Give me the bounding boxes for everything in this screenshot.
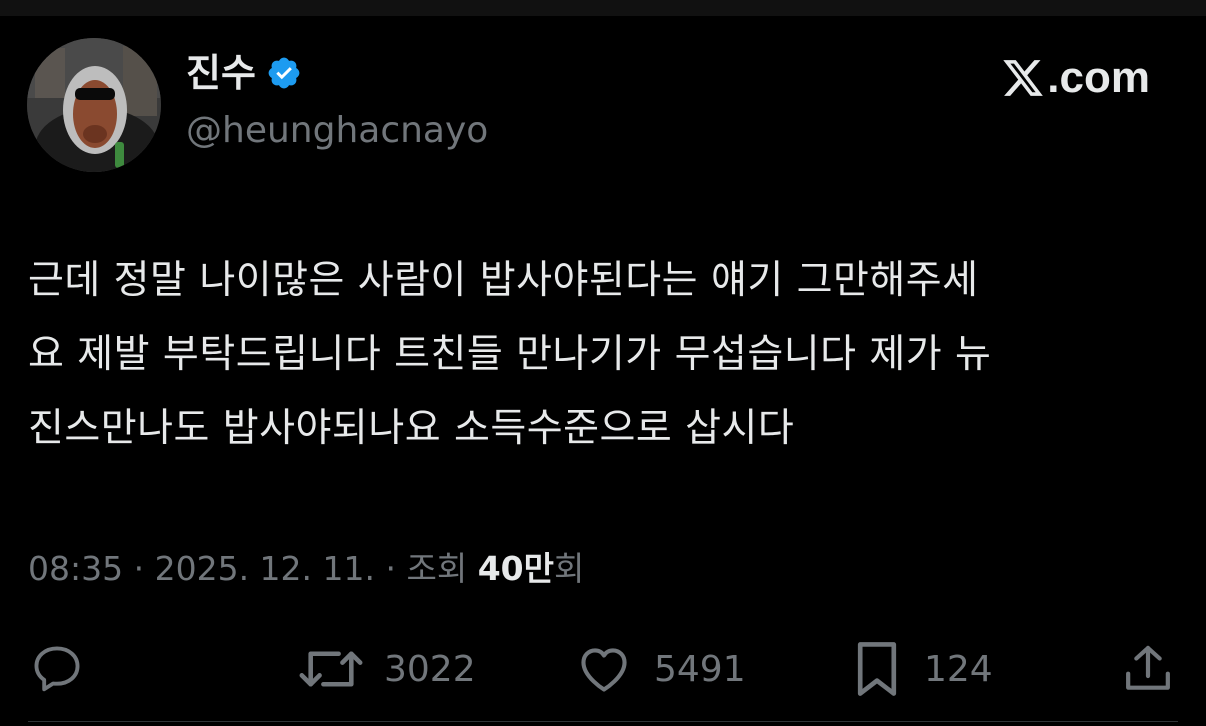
brand-text: .com — [1047, 53, 1150, 102]
views-prefix: 조회 — [406, 549, 478, 588]
retweet-icon — [299, 651, 363, 687]
share-button[interactable] — [1120, 636, 1176, 702]
avatar[interactable] — [27, 38, 161, 172]
name-row: 진수 — [186, 48, 302, 98]
tweet-text-line: 진스만나도 밥사야되나요 소득수준으로 삽시다 — [28, 406, 795, 451]
views-count[interactable]: 40만 — [478, 544, 554, 594]
heart-icon — [581, 648, 627, 692]
display-name[interactable]: 진수 — [186, 48, 256, 98]
meta-separator: · — [375, 549, 407, 588]
tweet-text: 근데 정말 나이많은 사람이 밥사야된다는 얘기 그만해주세요 제발 부탁드립니… — [28, 244, 1178, 466]
like-count: 5491 — [654, 648, 746, 690]
author-handle[interactable]: @heunghacnayo — [186, 106, 488, 156]
tweet-text-line: 근데 정말 나이많은 사람이 밥사야된다는 얘기 그만해주세 — [28, 258, 979, 303]
retweet-count: 3022 — [384, 648, 476, 690]
brand-watermark: .com — [1001, 50, 1150, 106]
meta-separator: · — [123, 549, 155, 588]
bookmark-icon — [857, 642, 897, 696]
like-button[interactable]: 5491 — [574, 636, 746, 702]
action-bar: 3022 5491 124 — [0, 636, 1206, 702]
avatar-image — [27, 38, 161, 172]
verified-badge-icon — [266, 55, 302, 91]
tweet-meta: 08:35 · 2025. 12. 11. · 조회 40만 회 — [28, 544, 584, 594]
tweet-date[interactable]: 2025. 12. 11. — [155, 544, 375, 594]
tweet-time[interactable]: 08:35 — [28, 544, 123, 594]
reply-icon — [34, 646, 80, 692]
share-icon — [1126, 645, 1170, 690]
x-logo-icon — [1003, 60, 1044, 96]
tweet-text-line: 요 제발 부탁드립니다 트친들 만나기가 무섭습니다 제가 뉴 — [28, 332, 992, 377]
top-strip — [0, 0, 1206, 16]
bookmark-count: 124 — [924, 648, 993, 690]
reply-button[interactable] — [28, 636, 86, 702]
retweet-button[interactable]: 3022 — [298, 636, 476, 702]
bookmark-button[interactable]: 124 — [850, 636, 993, 702]
bottom-divider — [28, 721, 1178, 722]
views-suffix: 회 — [554, 549, 585, 588]
